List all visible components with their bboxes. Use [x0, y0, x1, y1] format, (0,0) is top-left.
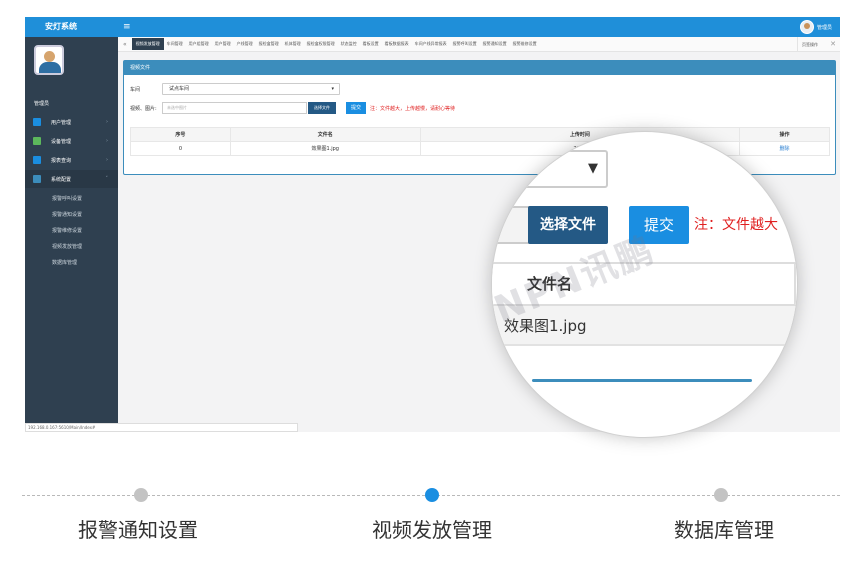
- tab[interactable]: 报检盒权限管理: [304, 41, 338, 47]
- status-url: 192.168.0.167:5610/Main/Index#: [25, 423, 298, 432]
- tab[interactable]: 报警维修设置: [510, 41, 540, 47]
- col-header: 序号: [130, 127, 231, 142]
- zoom-panel-border: [532, 379, 752, 382]
- wrench-icon: [33, 137, 41, 145]
- chart-icon: [33, 156, 41, 164]
- step-dot[interactable]: [714, 488, 728, 502]
- sidebar-item-label: 系统配置: [51, 176, 72, 183]
- sidebar-avatar: [34, 45, 64, 75]
- cell-filename: 效果图1.jpg: [229, 141, 421, 156]
- sidebar-subitem[interactable]: 数据库管理: [52, 259, 77, 266]
- caret-down-icon: ▾: [331, 86, 334, 92]
- col-header: 操作: [739, 127, 830, 142]
- gear-icon: [33, 175, 41, 183]
- panel-title: 视频文件: [124, 61, 835, 75]
- user-name: 管理员: [816, 24, 832, 31]
- tab[interactable]: 报警通知设置: [480, 41, 510, 47]
- submit-button[interactable]: 提交: [346, 102, 367, 114]
- tab[interactable]: 报警呼叫设置: [450, 41, 480, 47]
- zoom-warning: 注：文件越大: [694, 217, 778, 233]
- files-table: 序号 文件名 上传时间 操作 0 效果图1.jpg 2024 删除: [130, 127, 830, 156]
- avatar-body: [39, 62, 61, 73]
- sidebar-item-label: 用户管理: [51, 119, 72, 126]
- step-label: 数据库管理: [674, 518, 774, 542]
- sidebar-user-label: 管理员: [34, 101, 50, 107]
- sidebar-subitem[interactable]: 报警呼叫设置: [52, 195, 82, 202]
- app-title: 安灯系统: [45, 22, 77, 31]
- tab-video[interactable]: 视频发放管理: [131, 38, 164, 50]
- sidebar-item-users[interactable]: 用户管理 ›: [25, 113, 118, 131]
- workshop-select[interactable]: 试点车间 ▾: [162, 83, 340, 95]
- avatar-head: [44, 51, 55, 62]
- chevron-right-icon: ›: [106, 119, 108, 125]
- sidebar-item-system[interactable]: 系统配置 ˅: [25, 170, 118, 188]
- tabs-scroll-left-icon[interactable]: «: [118, 41, 132, 48]
- sidebar-subitem[interactable]: 视频发放管理: [52, 243, 82, 250]
- tab[interactable]: 产线管理: [234, 41, 256, 47]
- zoom-magnifier: ▼ 选择文件 提交 注：文件越大 文件名 效果图1.jpg SUNPN讯鹏: [492, 132, 797, 437]
- step-dot[interactable]: [134, 488, 148, 502]
- workshop-value: 试点车间: [169, 86, 190, 92]
- step-dot-active[interactable]: [425, 488, 439, 502]
- file-input[interactable]: 未选中图片: [162, 102, 307, 114]
- delete-link[interactable]: 删除: [739, 141, 830, 156]
- tab[interactable]: 看板设置: [360, 41, 382, 47]
- sidebar-item-reports[interactable]: 报表查询 ›: [25, 151, 118, 169]
- upload-warning: 注：文件越大，上传越慢，请耐心等待: [370, 105, 456, 112]
- chevron-right-icon: ›: [106, 157, 108, 163]
- avatar: [799, 20, 814, 34]
- sidebar-item-label: 报表查询: [51, 157, 72, 164]
- zoom-choose-button: 选择文件: [528, 206, 608, 244]
- step-label: 视频发放管理: [372, 518, 492, 542]
- file-label: 视频、图片:: [130, 105, 157, 112]
- workshop-label: 车间: [130, 86, 141, 93]
- tab[interactable]: 车间产线异常报表: [412, 41, 450, 47]
- step-label: 报警通知设置: [78, 518, 198, 542]
- sidebar-subitem[interactable]: 报警维修设置: [52, 227, 82, 234]
- top-bar: 安灯系统 ≡ 管理员: [25, 17, 840, 37]
- sidebar-item-devices[interactable]: 设备管理 ›: [25, 132, 118, 150]
- workshop-row: 车间 试点车间 ▾: [130, 83, 340, 95]
- sidebar: 管理员 用户管理 › 设备管理 › 报表查询 › 系统配置 ˅ 报警呼叫设置 报…: [25, 37, 118, 432]
- file-row: 视频、图片: 未选中图片 选择文件 提交 注：文件越大，上传越慢，请耐心等待: [130, 102, 455, 114]
- chevron-right-icon: ›: [106, 138, 108, 144]
- tab[interactable]: 机体管理: [282, 41, 304, 47]
- zoom-select: ▼: [512, 150, 608, 188]
- tab[interactable]: 状态监控: [338, 41, 360, 47]
- choose-file-button[interactable]: 选择文件: [308, 102, 336, 114]
- chevron-down-icon: ˅: [105, 176, 109, 182]
- sidebar-subitem[interactable]: 报警通知设置: [52, 211, 82, 218]
- tab[interactable]: 车间管理: [164, 41, 186, 47]
- tab[interactable]: 用户管理: [212, 41, 234, 47]
- tab-options-button[interactable]: 页签操作: [797, 37, 822, 51]
- col-header: 文件名: [229, 127, 421, 142]
- tabs-bar: « 视频发放管理 车间管理 用户组管理 用户管理 产线管理 报检盒管理 机体管理…: [118, 37, 840, 52]
- caret-down-icon: ▼: [588, 161, 598, 176]
- user-icon: [33, 118, 41, 126]
- cell-index: 0: [130, 141, 231, 156]
- menu-toggle-button[interactable]: ≡: [123, 17, 131, 37]
- table-row: 0 效果图1.jpg 2024 删除: [130, 141, 830, 156]
- tab[interactable]: 用户组管理: [186, 41, 212, 47]
- zoom-file-input: [492, 206, 530, 244]
- close-icon[interactable]: ✕: [830, 37, 836, 51]
- tab[interactable]: 报检盒管理: [256, 41, 282, 47]
- sidebar-item-label: 设备管理: [51, 138, 72, 145]
- user-menu[interactable]: 管理员: [799, 19, 832, 35]
- tab[interactable]: 看板数据报表: [382, 41, 412, 47]
